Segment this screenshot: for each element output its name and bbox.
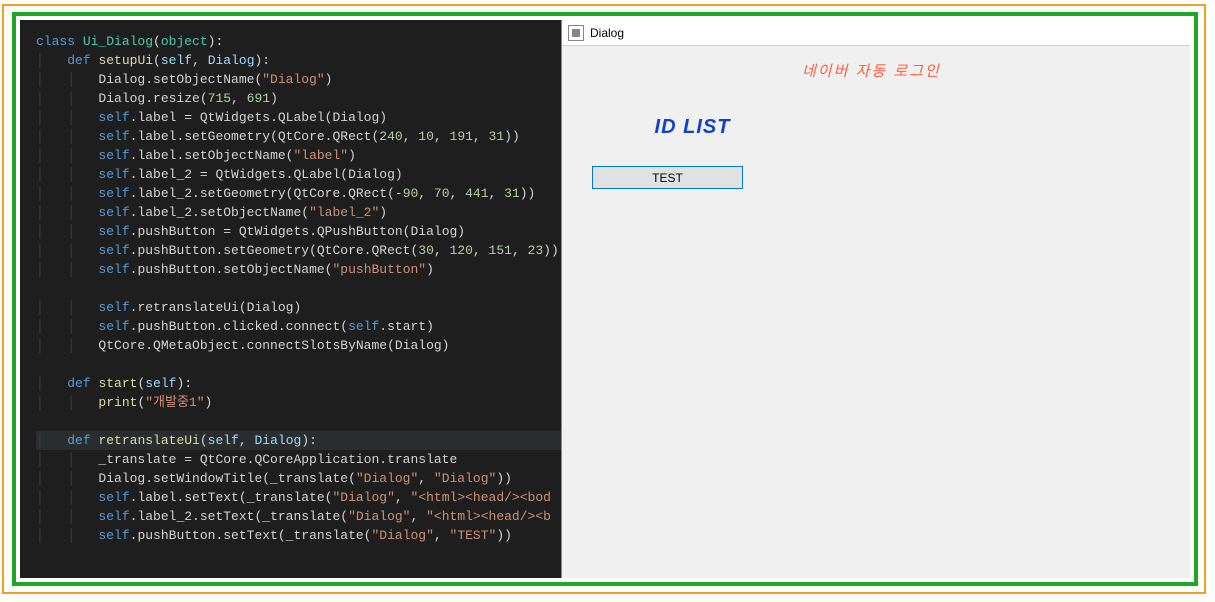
dialog-titlebar[interactable]: Dialog: [562, 20, 1190, 46]
label-id-list: ID LIST: [472, 116, 913, 147]
green-frame: class Ui_Dialog(object): │ def setupUi(s…: [12, 12, 1198, 586]
label-naver-login: 네이버 자동 로그인: [802, 56, 1102, 87]
dialog-title-text: Dialog: [590, 26, 624, 40]
test-button[interactable]: TEST: [592, 166, 743, 189]
dialog-body: 네이버 자동 로그인 ID LIST TEST: [562, 46, 1190, 578]
dialog-app-icon: [568, 25, 584, 41]
code-editor[interactable]: class Ui_Dialog(object): │ def setupUi(s…: [20, 20, 561, 578]
code-content: class Ui_Dialog(object): │ def setupUi(s…: [36, 32, 561, 545]
outer-frame: class Ui_Dialog(object): │ def setupUi(s…: [2, 4, 1206, 594]
dialog-window: Dialog 네이버 자동 로그인 ID LIST TEST: [561, 20, 1190, 578]
split-container: class Ui_Dialog(object): │ def setupUi(s…: [20, 20, 1190, 578]
